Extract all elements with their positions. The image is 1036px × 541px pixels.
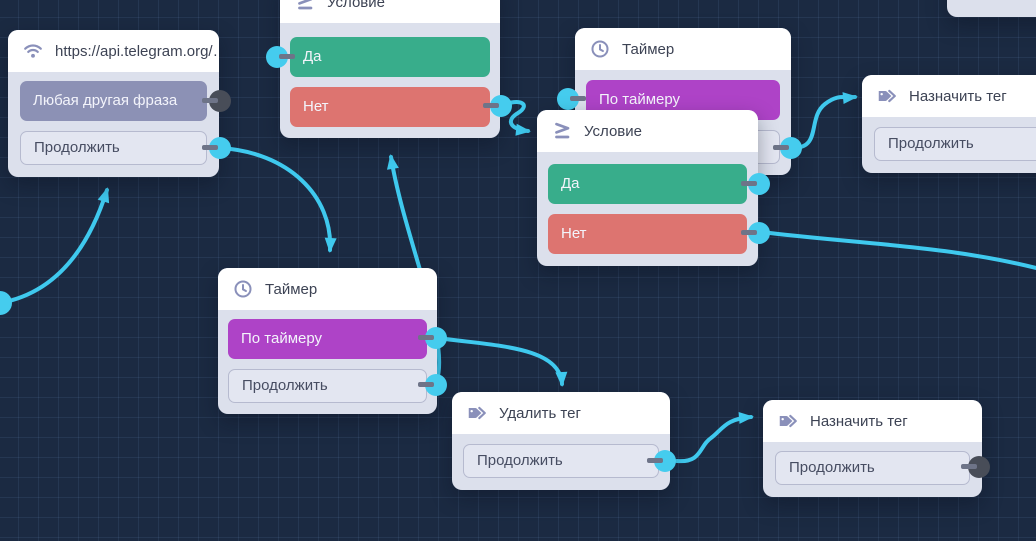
continue-button[interactable]: Продолжить (775, 451, 970, 485)
node-title: Назначить тег (909, 87, 1007, 105)
condition-gte-icon (294, 0, 316, 13)
continue-button[interactable]: Продолжить (228, 369, 427, 403)
wire-api-continue-to-timer-left (218, 146, 337, 253)
node-header[interactable]: Назначить тег (763, 400, 982, 442)
node-header[interactable]: Назначить тег (862, 75, 1036, 117)
flow-canvas[interactable]: https://api.telegram.org/… Любая другая … (0, 0, 1036, 541)
output-port[interactable] (741, 173, 770, 195)
node-timer-left[interactable]: Таймер По таймеру Продолжить (218, 268, 447, 414)
output-port[interactable] (741, 222, 770, 244)
output-port[interactable] (418, 327, 447, 349)
node-title: https://api.telegram.org/… (55, 42, 219, 60)
continue-button[interactable]: Продолжить (463, 444, 659, 478)
input-port[interactable] (557, 88, 586, 110)
output-port[interactable] (647, 450, 676, 472)
node-title: Условие (327, 0, 385, 11)
wire-timerleft-timer-to-delete-tag (436, 336, 568, 387)
branch-button-yes[interactable]: Да (548, 164, 747, 204)
node-title: Таймер (622, 40, 675, 58)
output-port[interactable] (202, 137, 231, 159)
input-port[interactable] (266, 46, 295, 68)
output-port[interactable] (202, 90, 231, 112)
node-delete-tag[interactable]: Удалить тег Продолжить (452, 392, 676, 490)
node-header[interactable]: https://api.telegram.org/… (8, 30, 219, 72)
wire-conditionmid-no-offscreen (768, 231, 1036, 271)
wire-timertop-continue-to-assign-tag-top (791, 92, 858, 150)
node-header[interactable]: Таймер (575, 28, 791, 70)
output-port[interactable] (418, 374, 447, 396)
node-assign-tag-bottom[interactable]: Назначить тег Продолжить (763, 400, 990, 497)
wifi-icon (22, 40, 44, 62)
node-assign-tag-top[interactable]: Назначить тег Продолжить (862, 75, 1036, 173)
clock-icon (232, 278, 254, 300)
tag-icon (466, 402, 488, 424)
branch-button-by-timer[interactable]: По таймеру (228, 319, 427, 359)
tag-icon (876, 85, 898, 107)
node-title: Условие (584, 122, 642, 140)
continue-button[interactable]: Продолжить (874, 127, 1036, 161)
branch-button-any-phrase[interactable]: Любая другая фраза (20, 81, 207, 121)
node-api-request[interactable]: https://api.telegram.org/… Любая другая … (8, 30, 231, 177)
wire-deletetag-continue-to-assign-tag-bottom (675, 411, 754, 464)
branch-button-no[interactable]: Нет (290, 87, 490, 127)
node-title: Таймер (265, 280, 318, 298)
output-port[interactable] (483, 95, 512, 117)
node-header[interactable]: Условие (280, 0, 500, 23)
node-title: Назначить тег (810, 412, 908, 430)
clock-icon (589, 38, 611, 60)
node-header[interactable]: Таймер (218, 268, 437, 310)
branch-button-yes[interactable]: Да (290, 37, 490, 77)
continue-button[interactable]: Продолжить (20, 131, 207, 165)
node-header[interactable]: Условие (537, 110, 758, 152)
output-port[interactable] (961, 456, 990, 478)
node-header[interactable]: Удалить тег (452, 392, 670, 434)
output-port[interactable] (773, 137, 802, 159)
wire-edge-to-api-node (0, 187, 110, 305)
branch-button-no[interactable]: Нет (548, 214, 747, 254)
condition-gte-icon (551, 120, 573, 142)
tag-icon (777, 410, 799, 432)
partial-node[interactable] (947, 0, 1036, 17)
node-condition-mid[interactable]: Условие Да Нет (537, 110, 770, 266)
node-condition-top[interactable]: Условие Да Нет (266, 0, 512, 138)
node-title: Удалить тег (499, 404, 581, 422)
